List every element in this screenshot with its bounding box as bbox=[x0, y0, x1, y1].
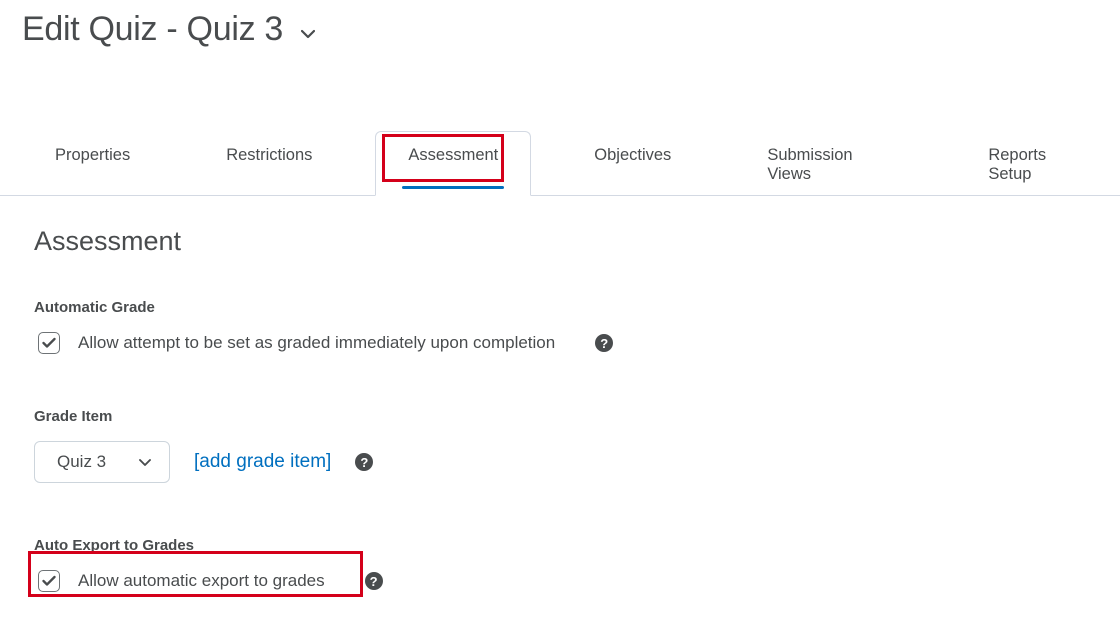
tab-label: Assessment bbox=[408, 146, 498, 164]
automatic-grade-row: Allow attempt to be set as graded immedi… bbox=[34, 332, 1120, 354]
auto-export-section: Auto Export to Grades Allow automatic ex… bbox=[34, 537, 1120, 592]
tab-content: Assessment Automatic Grade Allow attempt… bbox=[0, 196, 1120, 592]
tab-label: Properties bbox=[55, 146, 130, 164]
tab-label: Objectives bbox=[594, 146, 671, 164]
tab-submission-views[interactable]: Submission Views bbox=[734, 131, 925, 196]
auto-export-label: Auto Export to Grades bbox=[34, 537, 1120, 554]
tab-objectives[interactable]: Objectives bbox=[561, 131, 704, 196]
automatic-grade-section: Automatic Grade Allow attempt to be set … bbox=[34, 299, 1120, 354]
tab-active-underline bbox=[402, 186, 504, 189]
automatic-grade-checkbox[interactable] bbox=[38, 332, 60, 354]
tab-properties[interactable]: Properties bbox=[22, 131, 163, 196]
add-grade-item-link[interactable]: [add grade item] bbox=[194, 451, 331, 473]
grade-item-dropdown[interactable]: Quiz 3 bbox=[34, 441, 170, 483]
help-icon[interactable]: ? bbox=[365, 572, 383, 590]
auto-export-checkbox[interactable] bbox=[38, 570, 60, 592]
automatic-grade-checkbox-label: Allow attempt to be set as graded immedi… bbox=[78, 333, 555, 353]
help-icon[interactable]: ? bbox=[595, 334, 613, 352]
section-heading: Assessment bbox=[34, 226, 1120, 257]
grade-item-selected: Quiz 3 bbox=[57, 452, 106, 472]
automatic-grade-label: Automatic Grade bbox=[34, 299, 1120, 316]
chevron-down-icon bbox=[139, 452, 151, 472]
grade-item-label: Grade Item bbox=[34, 408, 1120, 425]
tab-label: Reports Setup bbox=[988, 146, 1046, 183]
tab-restrictions[interactable]: Restrictions bbox=[193, 131, 345, 196]
tabs-bar: Properties Restrictions Assessment Objec… bbox=[0, 131, 1120, 196]
page-title: Edit Quiz - Quiz 3 bbox=[22, 10, 283, 49]
chevron-down-icon[interactable] bbox=[301, 26, 315, 44]
tab-assessment[interactable]: Assessment bbox=[375, 131, 531, 196]
grade-item-section: Grade Item Quiz 3 [add grade item] ? bbox=[34, 408, 1120, 483]
grade-item-row: Quiz 3 [add grade item] ? bbox=[34, 441, 1120, 483]
tab-label: Submission Views bbox=[767, 146, 852, 183]
help-icon[interactable]: ? bbox=[355, 453, 373, 471]
auto-export-checkbox-label: Allow automatic export to grades bbox=[78, 571, 325, 591]
tab-label: Restrictions bbox=[226, 146, 312, 164]
tab-reports-setup[interactable]: Reports Setup bbox=[955, 131, 1120, 196]
auto-export-row: Allow automatic export to grades ? bbox=[34, 570, 1120, 592]
page-title-row: Edit Quiz - Quiz 3 bbox=[0, 0, 1120, 49]
